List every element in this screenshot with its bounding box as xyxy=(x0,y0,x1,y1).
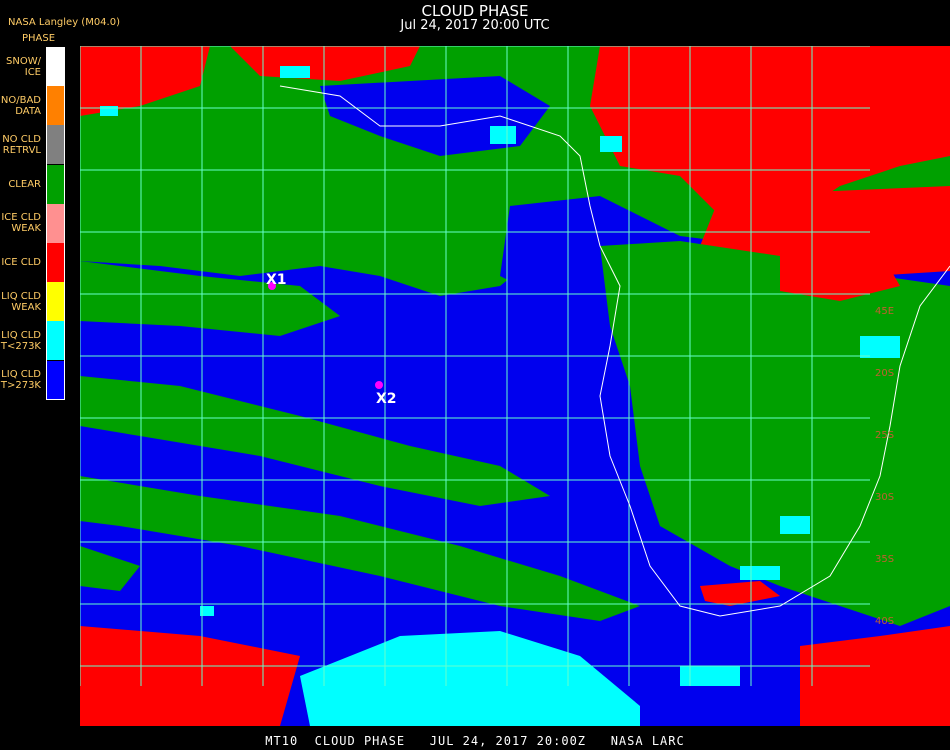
legend-item-label: LIQ CLD T>273K xyxy=(0,369,41,392)
marker-x2-label: X2 xyxy=(376,391,397,407)
marker-x2-dot xyxy=(375,381,383,389)
legend-item-label: LIQ CLD T<273K xyxy=(0,329,41,352)
legend-color-swatch xyxy=(47,164,65,204)
legend-item-label: ICE CLD WEAK xyxy=(1,212,41,235)
grid-label: 30S xyxy=(875,492,894,503)
legend-color-swatch xyxy=(47,203,65,243)
legend-item-label: SNOW/ ICE xyxy=(6,55,41,78)
legend-color-swatch xyxy=(47,243,65,282)
legend-color-swatch xyxy=(47,282,65,322)
legend-item: LIQ CLD T>273K xyxy=(0,360,66,400)
data-source-label: NASA Langley (M04.0) xyxy=(8,17,120,28)
legend-item-label: LIQ CLD WEAK xyxy=(1,290,41,313)
legend-color-swatch xyxy=(47,125,65,165)
legend-item-label: NO/BAD DATA xyxy=(0,94,41,117)
grid-label: 35S xyxy=(875,554,894,565)
legend-color-swatch xyxy=(47,321,65,361)
legend-item: NO/BAD DATA xyxy=(0,86,66,126)
footer-caption: MT10 CLOUD PHASE JUL 24, 2017 20:00Z NAS… xyxy=(265,734,685,748)
satellite-map[interactable]: X1 X2 45E 20S 25S 30S 35S 40S xyxy=(80,46,950,726)
marker-x1[interactable]: X1 xyxy=(266,272,287,290)
legend-color-swatch xyxy=(47,360,65,400)
legend-item: ICE CLD WEAK xyxy=(0,203,66,243)
grid-label: 25S xyxy=(875,430,894,441)
legend-item: LIQ CLD T<273K xyxy=(0,321,66,361)
legend-color-swatch xyxy=(47,86,65,126)
legend-item: LIQ CLD WEAK xyxy=(0,282,66,322)
grid-label: 40S xyxy=(875,616,894,627)
legend-item-label: ICE CLD xyxy=(1,257,41,268)
cloud-phase-map: X1 X2 45E 20S 25S 30S 35S 40S xyxy=(80,46,950,726)
legend-item: SNOW/ ICE xyxy=(0,47,66,86)
grid-label: 45E xyxy=(875,306,894,317)
legend-item: CLEAR xyxy=(0,164,66,204)
grid-label: 20S xyxy=(875,368,894,379)
legend-item: ICE CLD xyxy=(0,243,66,282)
legend-item-label: NO CLD RETRVL xyxy=(2,133,41,156)
map-timestamp: Jul 24, 2017 20:00 UTC xyxy=(400,18,550,33)
legend-item-label: CLEAR xyxy=(8,178,41,190)
legend-item: NO CLD RETRVL xyxy=(0,125,66,165)
legend-title: PHASE xyxy=(22,33,56,44)
marker-x1-label: X1 xyxy=(266,272,287,288)
legend-color-swatch xyxy=(47,47,65,86)
